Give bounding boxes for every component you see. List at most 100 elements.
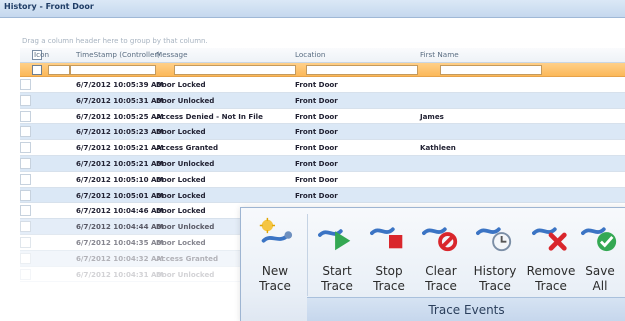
cell-message: Door Locked xyxy=(156,206,206,216)
cell-first-name: Kathleen xyxy=(420,143,456,153)
row-checkbox[interactable] xyxy=(20,142,31,154)
row-checkbox[interactable] xyxy=(20,110,31,122)
trace-ribbon: New Trace Start Trace Stop Trace Clear T… xyxy=(240,207,625,321)
group-prompt: Drag a column header here to group by th… xyxy=(22,37,208,45)
table-row[interactable]: 6/7/2012 10:05:21 AM Access Granted Front … xyxy=(20,140,625,156)
cell-message: Door Locked xyxy=(156,190,206,200)
cell-timestamp: 6/7/2012 10:04:46 AM xyxy=(76,206,164,216)
save-all-label: Save All xyxy=(585,264,615,293)
row-checkbox[interactable] xyxy=(20,268,31,280)
new-trace-icon xyxy=(259,217,293,243)
cell-location: Front Door xyxy=(295,143,338,153)
cell-location: Front Door xyxy=(295,190,338,200)
column-header-location[interactable]: Location xyxy=(295,50,325,59)
cell-message: Access Denied - Not In File xyxy=(156,111,263,121)
column-header-icon[interactable]: Icon xyxy=(34,50,49,59)
remove-trace-icon xyxy=(532,227,567,251)
start-trace-label: Start Trace xyxy=(321,264,353,293)
table-row[interactable]: 6/7/2012 10:05:39 AM Door Locked Front Doo… xyxy=(20,77,625,93)
group-by-area[interactable]: Drag a column header here to group by th… xyxy=(0,18,625,48)
group-label: Trace Events xyxy=(428,303,505,317)
stop-trace-icon xyxy=(370,227,403,249)
history-window: History - Front Door Drag a column heade… xyxy=(0,0,625,321)
row-checkbox[interactable] xyxy=(20,252,31,264)
remove-trace-button[interactable]: Remove Trace xyxy=(523,212,579,296)
cell-timestamp: 6/7/2012 10:05:21 AM xyxy=(76,143,164,153)
cell-location: Front Door xyxy=(295,95,338,105)
filter-location-field[interactable] xyxy=(306,65,418,75)
cell-location: Front Door xyxy=(295,174,338,184)
start-trace-icon xyxy=(318,229,351,251)
cell-timestamp: 6/7/2012 10:04:44 AM xyxy=(76,222,164,232)
window-title: History - Front Door xyxy=(4,2,94,11)
row-checkbox[interactable] xyxy=(20,221,31,233)
column-header-timestamp[interactable]: TimeStamp (Controller) xyxy=(76,50,160,59)
filter-clear-checkbox[interactable] xyxy=(32,65,42,75)
column-header-message[interactable]: Message xyxy=(156,50,188,59)
row-checkbox[interactable] xyxy=(20,126,31,138)
cell-location: Front Door xyxy=(295,80,338,89)
row-checkbox[interactable] xyxy=(20,189,31,201)
filter-message-field[interactable] xyxy=(174,65,296,75)
history-trace-label: History Trace xyxy=(473,264,517,293)
trace-events-group: Trace Events xyxy=(307,297,625,321)
cell-message: Access Granted xyxy=(156,143,219,153)
filter-icon-field[interactable] xyxy=(48,65,70,75)
cell-message: Door Locked xyxy=(156,237,206,247)
table-row[interactable]: 6/7/2012 10:05:31 AM Door Unlocked Front D… xyxy=(20,92,625,109)
grid-header: Icon TimeStamp (Controller) Message Loca… xyxy=(20,48,625,63)
cell-location: Front Door xyxy=(295,111,338,121)
filter-first-name-field[interactable] xyxy=(440,65,542,75)
new-trace-button[interactable]: New Trace xyxy=(247,212,303,296)
table-row[interactable]: 6/7/2012 10:05:01 AM Door Locked Front Doo… xyxy=(20,187,625,204)
table-row[interactable]: 6/7/2012 10:05:21 AM Door Unlocked Front D… xyxy=(20,155,625,172)
cell-message: Door Unlocked xyxy=(156,269,215,279)
start-trace-button[interactable]: Start Trace xyxy=(311,212,363,296)
cell-message: Door Unlocked xyxy=(156,158,215,168)
cell-timestamp: 6/7/2012 10:05:23 AM xyxy=(76,127,164,137)
table-row[interactable]: 6/7/2012 10:05:25 AM Access Denied - Not … xyxy=(20,108,625,125)
row-checkbox[interactable] xyxy=(20,236,31,248)
cell-timestamp: 6/7/2012 10:04:35 AM xyxy=(76,237,164,247)
filter-timestamp-field[interactable] xyxy=(70,65,156,75)
new-trace-label: New Trace xyxy=(259,264,291,293)
save-all-icon xyxy=(581,227,617,252)
history-trace-icon xyxy=(476,227,512,252)
ribbon-separator xyxy=(307,214,308,296)
cell-message: Door Unlocked xyxy=(156,222,215,232)
row-checkbox[interactable] xyxy=(20,157,31,169)
cell-message: Access Granted xyxy=(156,253,219,263)
cell-location: Front Door xyxy=(295,127,338,137)
row-checkbox[interactable] xyxy=(20,79,31,90)
cell-message: Door Locked xyxy=(156,80,206,89)
stop-trace-label: Stop Trace xyxy=(373,264,405,293)
table-row[interactable]: 6/7/2012 10:05:23 AM Door Locked Front Doo… xyxy=(20,124,625,141)
cell-timestamp: 6/7/2012 10:05:31 AM xyxy=(76,95,164,105)
row-checkbox[interactable] xyxy=(20,173,31,185)
cell-timestamp: 6/7/2012 10:05:10 AM xyxy=(76,174,164,184)
remove-trace-label: Remove Trace xyxy=(526,264,576,293)
cell-first-name: James xyxy=(420,111,444,121)
cell-message: Door Unlocked xyxy=(156,95,215,105)
cell-timestamp: 6/7/2012 10:05:25 AM xyxy=(76,111,164,121)
cell-timestamp: 6/7/2012 10:04:31 AM xyxy=(76,269,164,279)
row-checkbox[interactable] xyxy=(20,205,31,217)
clear-trace-icon xyxy=(422,227,458,252)
row-checkbox[interactable] xyxy=(20,94,31,106)
window-titlebar[interactable]: History - Front Door xyxy=(0,0,625,18)
cell-message: Door Locked xyxy=(156,127,206,137)
cell-timestamp: 6/7/2012 10:04:32 AM xyxy=(76,253,164,263)
clear-trace-label: Clear Trace xyxy=(425,264,457,293)
filter-row xyxy=(20,63,625,77)
cell-location: Front Door xyxy=(295,158,338,168)
cell-timestamp: 6/7/2012 10:05:39 AM xyxy=(76,80,164,89)
cell-timestamp: 6/7/2012 10:05:21 AM xyxy=(76,158,164,168)
clear-trace-button[interactable]: Clear Trace xyxy=(415,212,467,296)
save-all-button[interactable]: Save All xyxy=(577,212,623,296)
cell-message: Door Locked xyxy=(156,174,206,184)
history-trace-button[interactable]: History Trace xyxy=(467,212,523,296)
cell-timestamp: 6/7/2012 10:05:01 AM xyxy=(76,190,164,200)
column-header-first-name[interactable]: First Name xyxy=(420,50,459,59)
table-row[interactable]: 6/7/2012 10:05:10 AM Door Locked Front Doo… xyxy=(20,171,625,188)
stop-trace-button[interactable]: Stop Trace xyxy=(363,212,415,296)
